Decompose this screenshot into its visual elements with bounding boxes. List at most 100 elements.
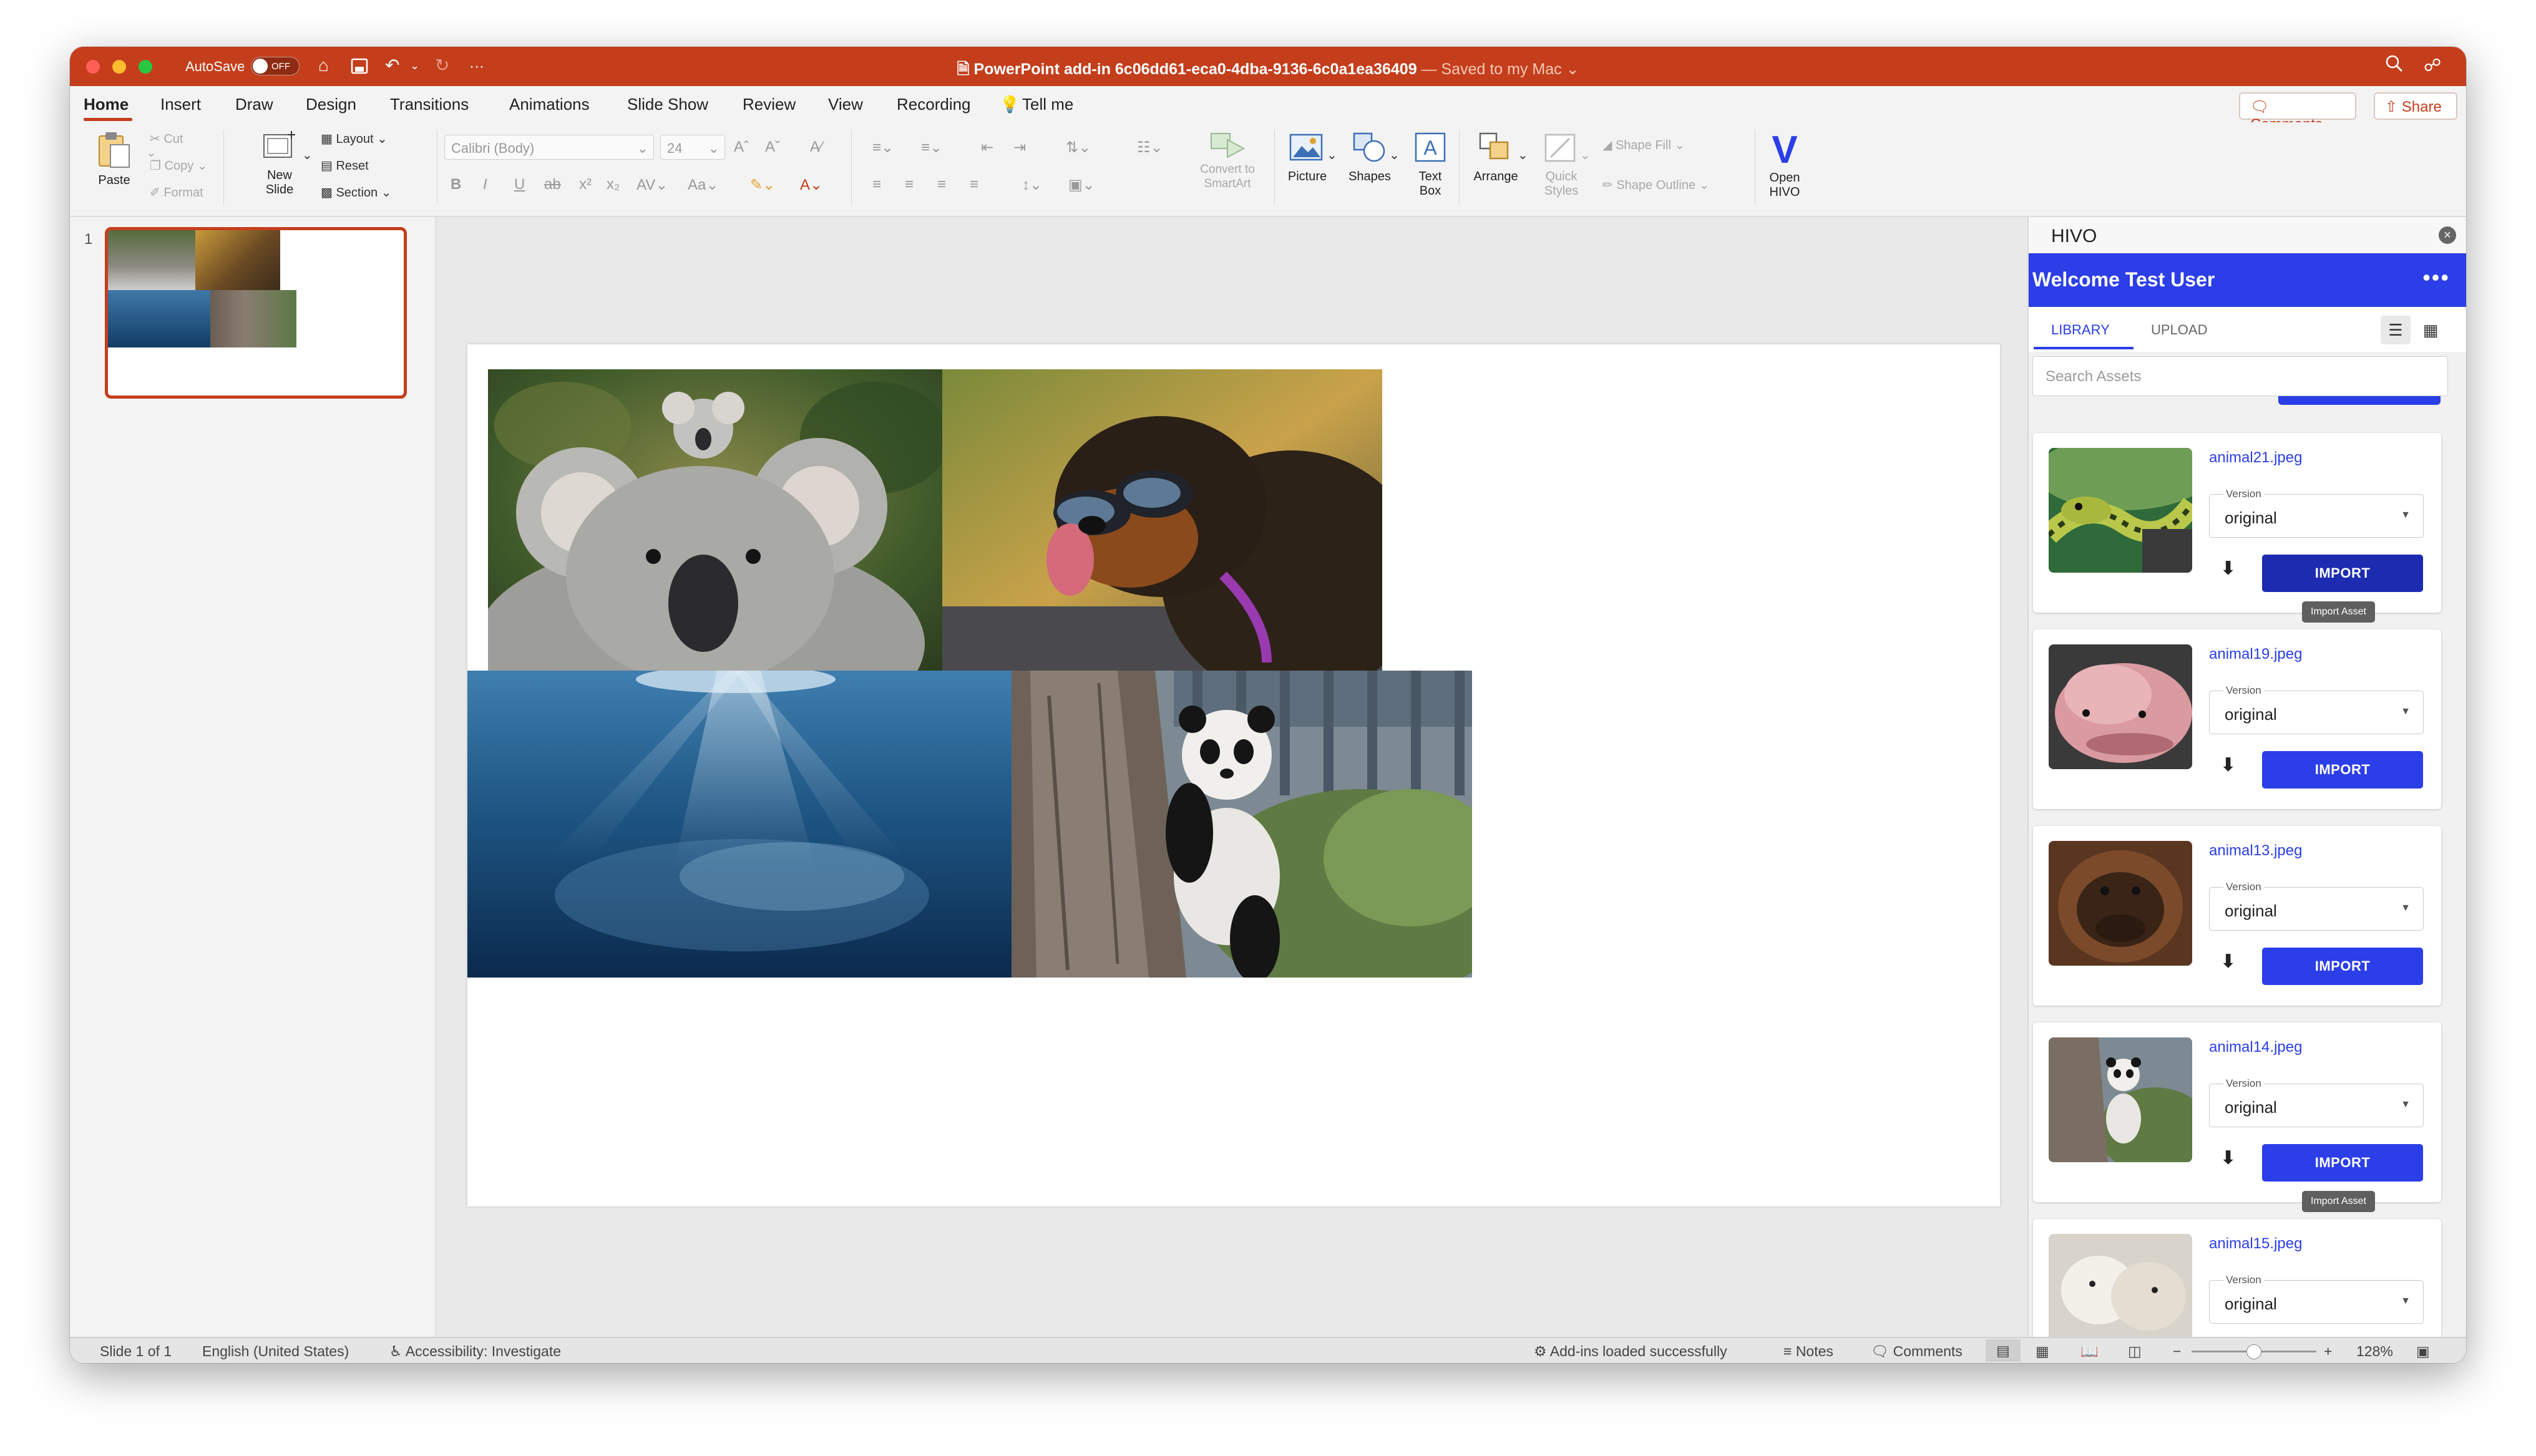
tab-draw[interactable]: Draw [235, 95, 273, 114]
reading-view-icon[interactable]: 📖 [2080, 1343, 2099, 1360]
paste-button[interactable]: Paste [87, 130, 141, 188]
bullets-icon[interactable]: ≡⌄ [872, 138, 894, 157]
clear-formatting-icon[interactable]: A∕ [810, 138, 822, 156]
asset-name[interactable]: animal14.jpeg [2209, 1039, 2302, 1056]
asset-name[interactable]: animal15.jpeg [2209, 1235, 2302, 1253]
font-color-icon[interactable]: A⌄ [800, 176, 822, 194]
numbering-icon[interactable]: ≡⌄ [921, 138, 942, 157]
shape-fill-button[interactable]: ◢ Shape Fill ⌄ [1602, 137, 1685, 153]
character-spacing-icon[interactable]: AV⌄ [636, 176, 668, 194]
version-select[interactable]: original ▼ [2209, 691, 2424, 734]
zoom-level[interactable]: 128% [2356, 1343, 2393, 1360]
download-icon[interactable]: ⬇ [2220, 951, 2236, 973]
slideshow-icon[interactable]: ◫ [2128, 1343, 2142, 1360]
asset-thumbnail-wolves[interactable] [2049, 1234, 2192, 1337]
decrease-font-icon[interactable]: Aˇ [765, 138, 780, 156]
layout-button[interactable]: ▦ Layout ⌄ [321, 131, 388, 147]
tab-transitions[interactable]: Transitions [390, 95, 469, 114]
new-slide-dropdown-icon[interactable]: ⌄ [302, 147, 313, 163]
collaborate-icon[interactable]: ☍ [2424, 56, 2441, 75]
ocean-fish-photo[interactable] [467, 671, 1012, 978]
asset-thumbnail-panda[interactable] [2049, 1037, 2192, 1162]
panda-photo[interactable] [1012, 671, 1472, 978]
superscript-icon[interactable]: x² [579, 176, 592, 193]
download-icon[interactable]: ⬇ [2220, 754, 2236, 776]
slide-1[interactable] [467, 344, 2000, 1206]
open-hivo-button[interactable]: V Open HIVO [1760, 130, 1810, 200]
share-button[interactable]: ⇧ Share [2374, 92, 2457, 120]
dog-photo[interactable] [942, 369, 1382, 671]
import-button[interactable]: IMPORT [2262, 948, 2423, 985]
decrease-indent-icon[interactable]: ⇤ [981, 138, 993, 157]
quick-styles-dropdown-icon[interactable]: ⌄ [1580, 147, 1591, 163]
align-text-icon[interactable]: ▣⌄ [1068, 176, 1095, 194]
reset-button[interactable]: ▤ Reset [321, 158, 369, 173]
zoom-out-icon[interactable]: − [2173, 1343, 2181, 1360]
slide-thumbnail-1[interactable] [105, 227, 407, 399]
align-left-icon[interactable]: ≡ [872, 176, 881, 193]
arrange-button[interactable]: Arrange [1468, 130, 1524, 184]
asset-name[interactable]: animal21.jpeg [2209, 449, 2302, 467]
text-direction-icon[interactable]: ↕⌄ [1022, 176, 1042, 194]
font-name-select[interactable]: Calibri (Body) ⌄ [444, 135, 654, 160]
shape-outline-button[interactable]: ✏ Shape Outline ⌄ [1602, 177, 1709, 193]
addins-status[interactable]: ⚙ Add-ins loaded successfully [1534, 1343, 1727, 1360]
tab-review[interactable]: Review [743, 95, 796, 114]
italic-icon[interactable]: I [483, 176, 487, 193]
increase-indent-icon[interactable]: ⇥ [1013, 138, 1026, 157]
section-button[interactable]: ▩ Section ⌄ [321, 185, 392, 200]
import-button[interactable]: IMPORT [2262, 751, 2423, 789]
tab-view[interactable]: View [828, 95, 863, 114]
convert-to-smartart-button[interactable]: Convert to SmartArt [1184, 131, 1270, 191]
language[interactable]: English (United States) [202, 1343, 349, 1360]
import-button[interactable]: IMPORT [2262, 1144, 2423, 1182]
asset-thumbnail-snake[interactable] [2049, 448, 2192, 573]
grid-view-icon[interactable]: ▦ [2416, 316, 2446, 344]
koala-photo[interactable] [488, 369, 942, 671]
tab-animations[interactable]: Animations [509, 95, 590, 114]
version-select[interactable]: original ▼ [2209, 887, 2424, 931]
change-case-icon[interactable]: Aa⌄ [688, 176, 718, 194]
notes-button[interactable]: ≡ Notes [1783, 1343, 1833, 1360]
asset-name[interactable]: animal19.jpeg [2209, 646, 2302, 663]
zoom-in-icon[interactable]: + [2324, 1343, 2332, 1360]
search-assets-input[interactable]: Search Assets [2032, 356, 2448, 396]
download-icon[interactable]: ⬇ [2220, 558, 2236, 580]
version-select[interactable]: original ▼ [2209, 494, 2424, 538]
tab-library[interactable]: LIBRARY [2051, 322, 2110, 338]
download-icon[interactable]: ⬇ [2220, 1147, 2236, 1169]
version-select[interactable]: original ▼ [2209, 1280, 2424, 1324]
highlight-color-icon[interactable]: ✎⌄ [750, 176, 775, 194]
previous-import-button-edge[interactable] [2278, 396, 2441, 405]
tab-slide-show[interactable]: Slide Show [627, 95, 708, 114]
tab-design[interactable]: Design [306, 95, 356, 114]
status-comments-button[interactable]: 🗨 Comments [1871, 1343, 1963, 1360]
comments-button[interactable]: 🗨 Comments [2239, 92, 2356, 133]
format-painter-button[interactable]: ✐ Format [150, 185, 203, 200]
more-menu-icon[interactable]: ••• [2422, 265, 2450, 291]
search-icon[interactable] [2385, 54, 2404, 77]
subscript-icon[interactable]: x₂ [607, 176, 620, 193]
tell-me-search[interactable]: Tell me [1022, 95, 1073, 114]
normal-view-icon[interactable]: ▤ [1986, 1339, 2021, 1362]
tab-home[interactable]: Home [84, 95, 129, 114]
font-size-select[interactable]: 24 ⌄ [660, 135, 725, 160]
accessibility-status[interactable]: ♿ Accessibility: Investigate [389, 1343, 561, 1360]
quick-styles-button[interactable]: Quick Styles [1536, 130, 1586, 198]
cut-button[interactable]: ✂ Cut [150, 131, 183, 147]
zoom-slider-thumb[interactable] [2246, 1344, 2261, 1359]
new-slide-button[interactable]: New Slide [255, 130, 305, 197]
import-button[interactable]: IMPORT [2262, 555, 2423, 592]
slide-sorter-icon[interactable]: ▦ [2036, 1343, 2049, 1360]
line-spacing-icon[interactable]: ⇅⌄ [1066, 138, 1091, 157]
picture-dropdown-icon[interactable]: ⌄ [1327, 147, 1337, 163]
list-view-icon[interactable]: ☰ [2381, 316, 2411, 344]
arrange-dropdown-icon[interactable]: ⌄ [1518, 147, 1528, 163]
strikethrough-icon[interactable]: ab [544, 176, 561, 193]
align-center-icon[interactable]: ≡ [905, 176, 914, 193]
justify-icon[interactable]: ≡ [970, 176, 978, 193]
columns-icon[interactable]: ☷⌄ [1137, 138, 1163, 157]
asset-thumbnail-orangutan[interactable] [2049, 841, 2192, 966]
align-right-icon[interactable]: ≡ [937, 176, 946, 193]
close-panel-icon[interactable]: × [2439, 226, 2456, 244]
